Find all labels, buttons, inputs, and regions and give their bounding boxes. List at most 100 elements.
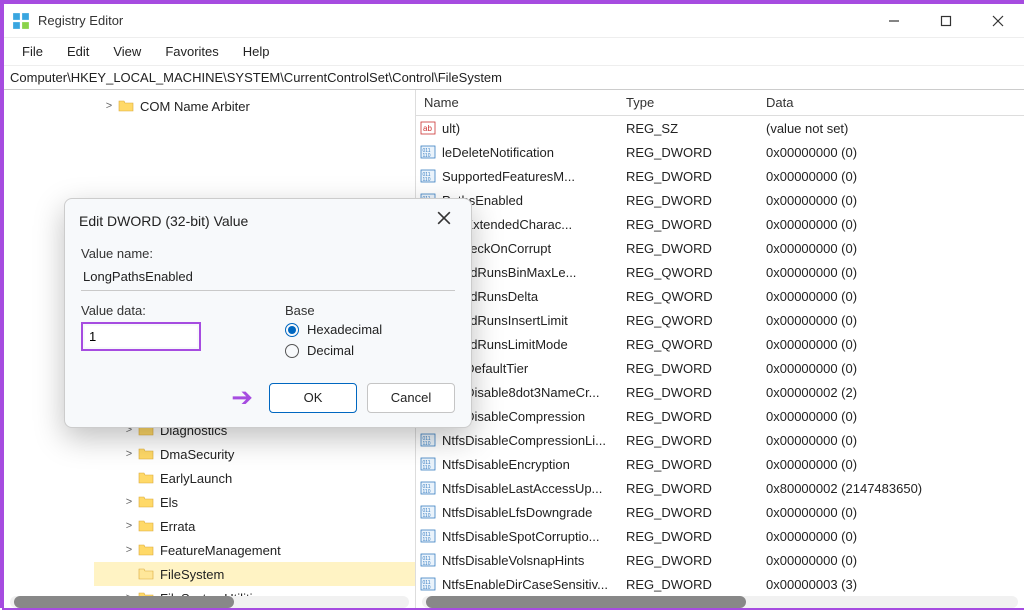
svg-text:110: 110: [423, 441, 431, 447]
value-name-field: LongPathsEnabled: [81, 265, 455, 291]
value-name: NtfsDisableEncryption: [442, 457, 570, 472]
base-label: Base: [285, 303, 455, 318]
registry-value-row[interactable]: 011110PathsEnabled REG_DWORD 0x00000000 …: [416, 188, 1024, 212]
value-type: REG_DWORD: [626, 529, 766, 544]
value-type: REG_DWORD: [626, 241, 766, 256]
tree-item-label: Errata: [160, 519, 195, 534]
chevron-right-icon[interactable]: >: [122, 520, 136, 532]
chevron-right-icon[interactable]: >: [102, 100, 116, 112]
value-type: REG_DWORD: [626, 217, 766, 232]
window-title: Registry Editor: [38, 13, 876, 28]
registry-value-row[interactable]: 011110ugcheckOnCorrupt REG_DWORD 0x00000…: [416, 236, 1024, 260]
value-type: REG_DWORD: [626, 481, 766, 496]
tree-item[interactable]: > DmaSecurity: [94, 442, 415, 466]
chevron-right-icon[interactable]: >: [122, 496, 136, 508]
svg-text:110: 110: [423, 537, 431, 543]
registry-value-row[interactable]: 011110SupportedFeaturesM... REG_DWORD 0x…: [416, 164, 1024, 188]
tree-item[interactable]: FileSystem: [94, 562, 415, 586]
minimize-button[interactable]: [876, 7, 912, 35]
registry-value-row[interactable]: 011110NtfsDisableEncryption REG_DWORD 0x…: [416, 452, 1024, 476]
menu-view[interactable]: View: [101, 40, 153, 63]
value-type: REG_DWORD: [626, 145, 766, 160]
tree-item[interactable]: > Errata: [94, 514, 415, 538]
svg-text:110: 110: [423, 465, 431, 471]
registry-value-row[interactable]: 011110achedRunsInsertLimit REG_QWORD 0x0…: [416, 308, 1024, 332]
value-name: NtfsDisableVolsnapHints: [442, 553, 584, 568]
value-data: 0x00000000 (0): [766, 265, 1024, 280]
svg-text:110: 110: [423, 513, 431, 519]
registry-value-row[interactable]: 011110achedRunsLimitMode REG_QWORD 0x000…: [416, 332, 1024, 356]
registry-value-row[interactable]: 011110NtfsDisableSpotCorruptio... REG_DW…: [416, 524, 1024, 548]
value-data: 0x00000000 (0): [766, 529, 1024, 544]
menu-help[interactable]: Help: [231, 40, 282, 63]
tree-item-label: COM Name Arbiter: [140, 99, 250, 114]
registry-value-row[interactable]: 011110NtfsDisableLastAccessUp... REG_DWO…: [416, 476, 1024, 500]
registry-value-row[interactable]: 011110achedRunsDelta REG_QWORD 0x0000000…: [416, 284, 1024, 308]
chevron-right-icon[interactable]: >: [122, 544, 136, 556]
tree-item-label: DmaSecurity: [160, 447, 234, 462]
tree-item-label: Els: [160, 495, 178, 510]
registry-value-row[interactable]: 011110NtfsEnableDirCaseSensitiv... REG_D…: [416, 572, 1024, 596]
chevron-right-icon[interactable]: >: [122, 448, 136, 460]
value-type: REG_DWORD: [626, 457, 766, 472]
column-data[interactable]: Data: [766, 95, 1024, 110]
registry-value-row[interactable]: 011110NtfsDefaultTier REG_DWORD 0x000000…: [416, 356, 1024, 380]
registry-value-row[interactable]: 011110leDeleteNotification REG_DWORD 0x0…: [416, 140, 1024, 164]
value-name: NtfsDisableLastAccessUp...: [442, 481, 602, 496]
registry-value-row[interactable]: 011110NtfsDisable8dot3NameCr... REG_DWOR…: [416, 380, 1024, 404]
dialog-close-button[interactable]: [431, 209, 457, 232]
registry-value-row[interactable]: 011110NtfsDisableVolsnapHints REG_DWORD …: [416, 548, 1024, 572]
radio-hex-label: Hexadecimal: [307, 322, 382, 337]
registry-value-row[interactable]: 011110NtfsDisableCompression REG_DWORD 0…: [416, 404, 1024, 428]
radio-icon: [285, 323, 299, 337]
value-name: NtfsDisableLfsDowngrade: [442, 505, 592, 520]
maximize-button[interactable]: [928, 7, 964, 35]
registry-value-row[interactable]: 011110llowExtendedCharac... REG_DWORD 0x…: [416, 212, 1024, 236]
value-data: 0x00000000 (0): [766, 217, 1024, 232]
value-data: 0x00000000 (0): [766, 193, 1024, 208]
edit-dword-dialog: Edit DWORD (32-bit) Value Value name: Lo…: [64, 198, 472, 428]
column-name[interactable]: Name: [416, 95, 626, 110]
value-data: 0x00000003 (3): [766, 577, 1024, 592]
tree-item[interactable]: > COM Name Arbiter: [94, 94, 415, 118]
registry-value-row[interactable]: 011110NtfsDisableLfsDowngrade REG_DWORD …: [416, 500, 1024, 524]
registry-value-row[interactable]: 011110achedRunsBinMaxLe... REG_QWORD 0x0…: [416, 260, 1024, 284]
value-data: 0x00000000 (0): [766, 169, 1024, 184]
value-data: 0x00000000 (0): [766, 145, 1024, 160]
address-bar[interactable]: Computer\HKEY_LOCAL_MACHINE\SYSTEM\Curre…: [4, 66, 1024, 90]
value-type: REG_DWORD: [626, 385, 766, 400]
value-data: 0x00000000 (0): [766, 433, 1024, 448]
menu-file[interactable]: File: [10, 40, 55, 63]
ok-button[interactable]: OK: [269, 383, 357, 413]
menu-edit[interactable]: Edit: [55, 40, 101, 63]
svg-text:110: 110: [423, 153, 431, 159]
value-type: REG_DWORD: [626, 409, 766, 424]
list-scrollbar[interactable]: [422, 596, 1018, 608]
tree-item[interactable]: EarlyLaunch: [94, 466, 415, 490]
tree-scrollbar[interactable]: [10, 596, 409, 608]
tree-item[interactable]: > Els: [94, 490, 415, 514]
value-type: REG_DWORD: [626, 505, 766, 520]
column-type[interactable]: Type: [626, 95, 766, 110]
cancel-button[interactable]: Cancel: [367, 383, 455, 413]
value-data-input[interactable]: [85, 326, 197, 347]
close-button[interactable]: [980, 7, 1016, 35]
svg-text:110: 110: [423, 585, 431, 591]
value-data: 0x00000000 (0): [766, 337, 1024, 352]
value-type: REG_QWORD: [626, 289, 766, 304]
dialog-title: Edit DWORD (32-bit) Value: [79, 213, 248, 229]
value-name: leDeleteNotification: [442, 145, 554, 160]
radio-hexadecimal[interactable]: Hexadecimal: [285, 322, 455, 337]
tree-item[interactable]: >FeatureManagement: [94, 538, 415, 562]
value-type: REG_QWORD: [626, 265, 766, 280]
radio-icon: [285, 344, 299, 358]
registry-value-row[interactable]: abult) REG_SZ (value not set): [416, 116, 1024, 140]
value-type: REG_SZ: [626, 121, 766, 136]
radio-decimal[interactable]: Decimal: [285, 343, 455, 358]
titlebar: Registry Editor: [4, 4, 1024, 38]
menu-favorites[interactable]: Favorites: [153, 40, 230, 63]
value-data: 0x00000000 (0): [766, 457, 1024, 472]
value-name: NtfsEnableDirCaseSensitiv...: [442, 577, 608, 592]
registry-value-row[interactable]: 011110NtfsDisableCompressionLi... REG_DW…: [416, 428, 1024, 452]
value-type: REG_DWORD: [626, 433, 766, 448]
